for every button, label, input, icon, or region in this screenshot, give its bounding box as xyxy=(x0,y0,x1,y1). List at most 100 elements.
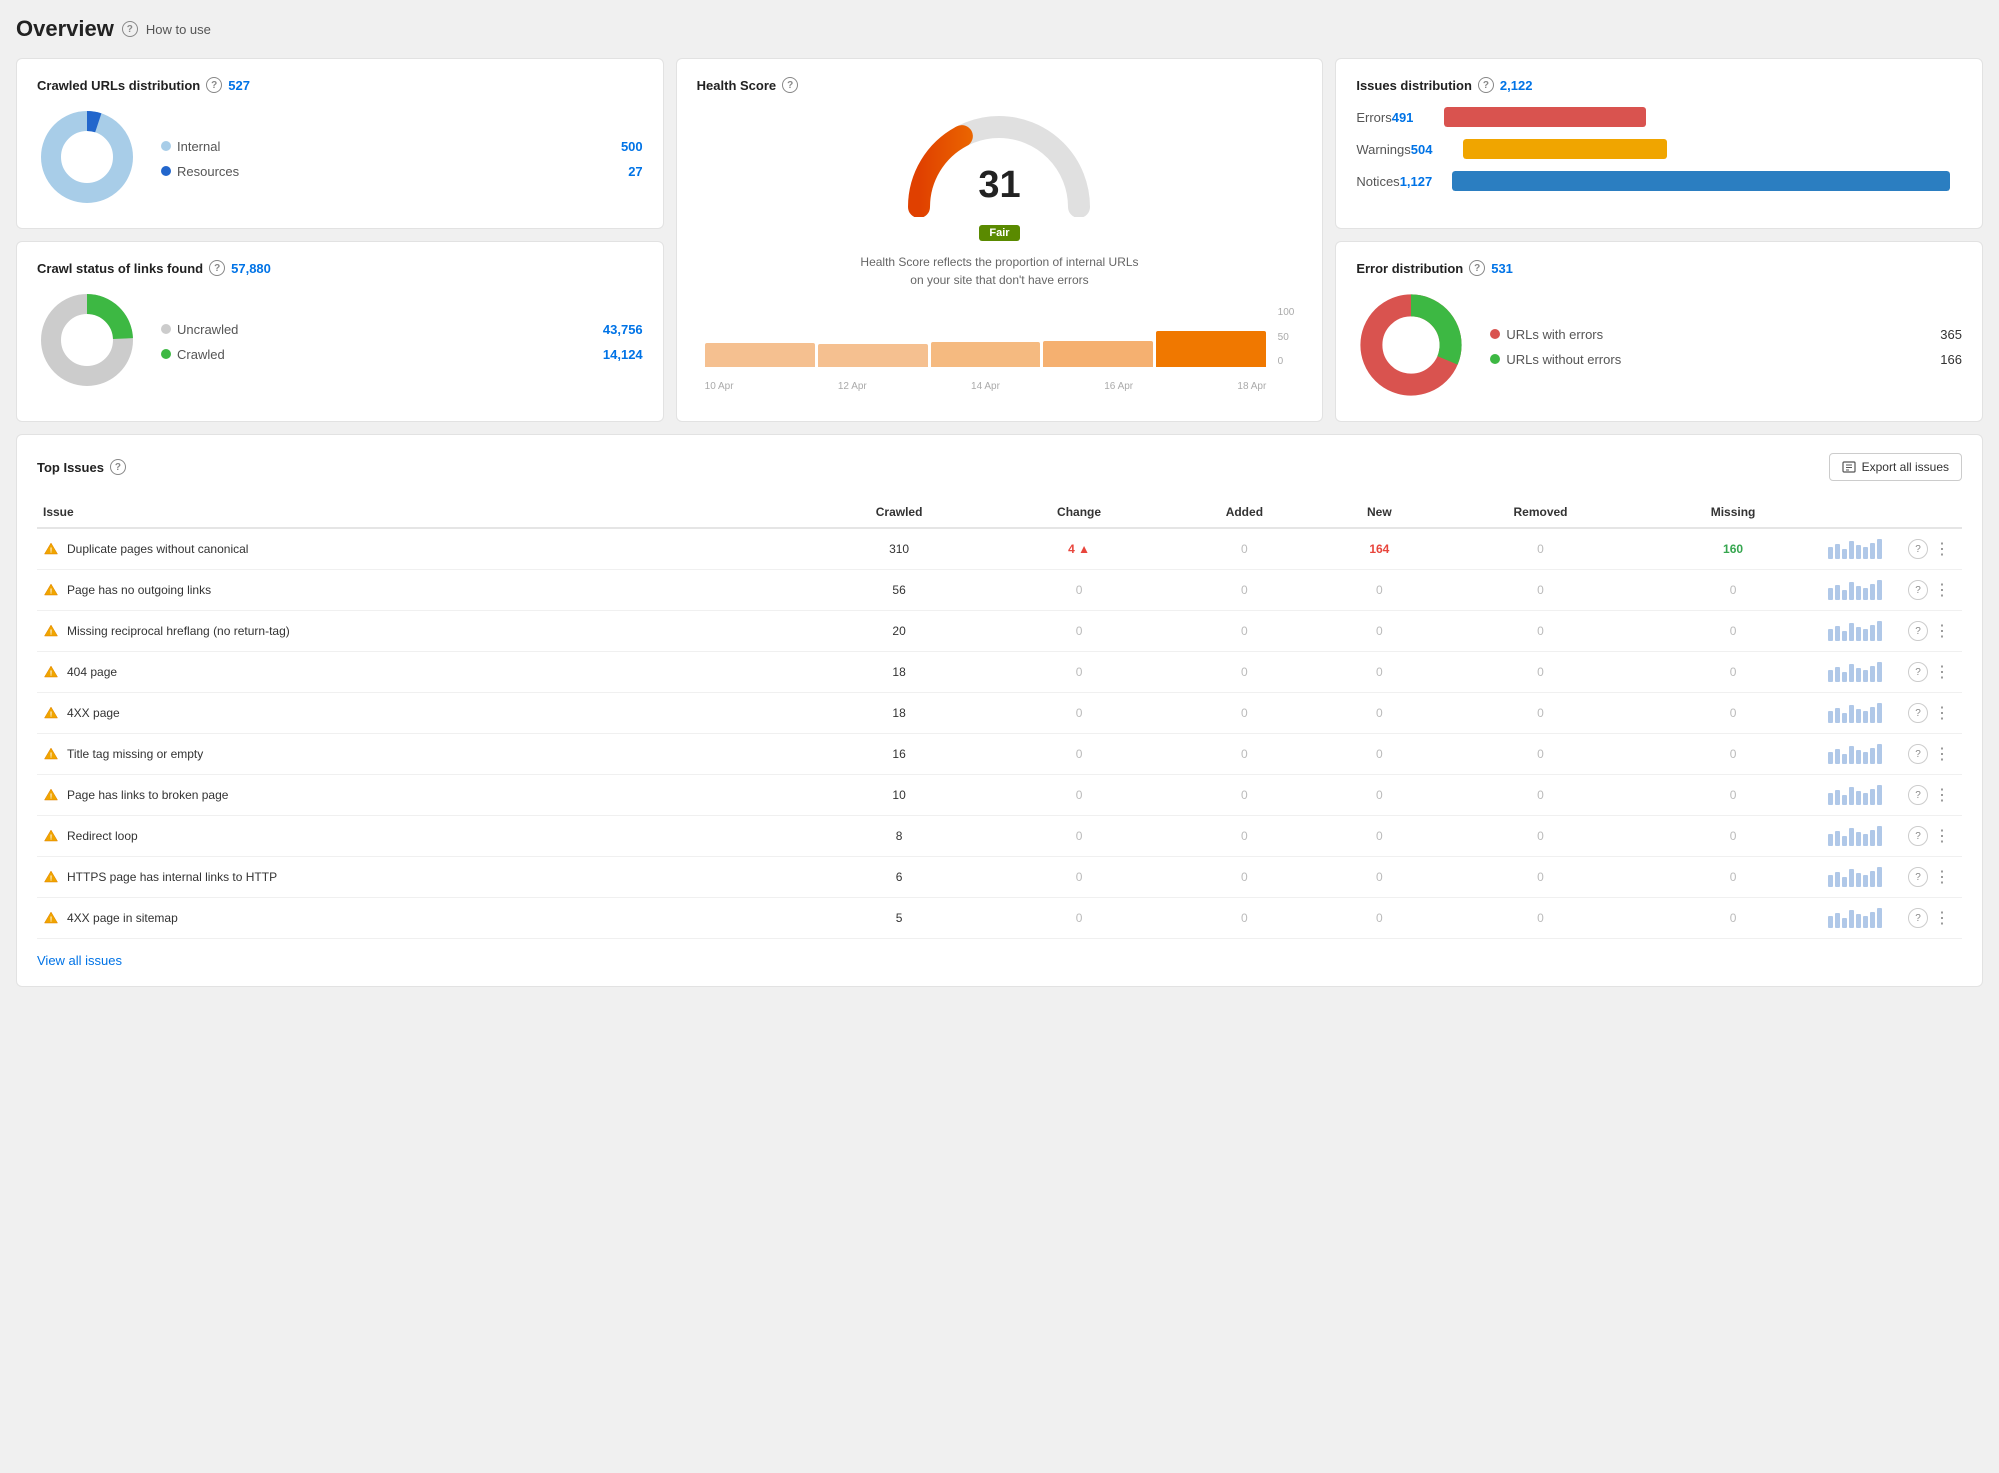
mini-bars-cell xyxy=(1822,857,1902,898)
help-action-icon[interactable]: ? xyxy=(1908,539,1928,559)
help-action-icon[interactable]: ? xyxy=(1908,785,1928,805)
missing-cell: 0 xyxy=(1644,693,1822,734)
bar-x-label: 10 Apr xyxy=(705,381,734,392)
error-dist-help-icon: ? xyxy=(1469,260,1485,276)
mini-bars xyxy=(1828,539,1896,559)
help-action-icon[interactable]: ? xyxy=(1908,580,1928,600)
issue-name: Duplicate pages without canonical xyxy=(67,542,248,556)
bar-item xyxy=(705,343,815,367)
added-cell: 0 xyxy=(1167,570,1322,611)
mini-bar xyxy=(1870,707,1875,723)
help-action-icon[interactable]: ? xyxy=(1908,662,1928,682)
help-action-icon[interactable]: ? xyxy=(1908,703,1928,723)
table-row: ! Title tag missing or empty 16 0 0 0 0 … xyxy=(37,734,1962,775)
bar-item xyxy=(1156,331,1266,367)
crawled-urls-title: Crawled URLs distribution ? 527 xyxy=(37,77,643,93)
how-to-use-link[interactable]: How to use xyxy=(146,22,211,37)
new-cell: 0 xyxy=(1322,775,1437,816)
svg-text:!: ! xyxy=(50,712,52,719)
bar-item xyxy=(1043,341,1153,367)
col-missing: Missing xyxy=(1644,497,1822,528)
mini-bar xyxy=(1863,547,1868,559)
col-change: Change xyxy=(991,497,1167,528)
mini-bars xyxy=(1828,621,1896,641)
issue-name: Page has no outgoing links xyxy=(67,583,211,597)
mini-bar xyxy=(1870,543,1875,559)
mini-bar xyxy=(1828,752,1833,764)
table-row: ! Redirect loop 8 0 0 0 0 0 ? ⋮ xyxy=(37,816,1962,857)
more-options-icon[interactable]: ⋮ xyxy=(1934,785,1951,805)
export-all-issues-button[interactable]: Export all issues xyxy=(1829,453,1962,481)
table-row: ! 4XX page 18 0 0 0 0 0 ? ⋮ xyxy=(37,693,1962,734)
help-action-icon[interactable]: ? xyxy=(1908,867,1928,887)
legend-urls-errors: URLs with errors 365 xyxy=(1490,327,1962,342)
issue-name: 4XX page in sitemap xyxy=(67,911,178,925)
mini-bar xyxy=(1835,708,1840,723)
change-cell: 0 xyxy=(991,611,1167,652)
added-cell: 0 xyxy=(1167,898,1322,939)
more-options-icon[interactable]: ⋮ xyxy=(1934,580,1951,600)
col-added: Added xyxy=(1167,497,1322,528)
change-zero: 0 xyxy=(1076,747,1083,761)
issues-bar-wrap xyxy=(1444,107,1950,127)
more-options-icon[interactable]: ⋮ xyxy=(1934,744,1951,764)
table-row: ! Missing reciprocal hreflang (no return… xyxy=(37,611,1962,652)
missing-zero: 0 xyxy=(1730,829,1737,843)
more-options-icon[interactable]: ⋮ xyxy=(1934,867,1951,887)
more-options-icon[interactable]: ⋮ xyxy=(1934,908,1951,928)
mini-bar xyxy=(1828,670,1833,682)
mini-bars xyxy=(1828,785,1896,805)
crawled-urls-card: Crawled URLs distribution ? 527 xyxy=(16,58,664,229)
added-cell: 0 xyxy=(1167,652,1322,693)
crawled-cell: 6 xyxy=(807,857,991,898)
new-cell: 0 xyxy=(1322,693,1437,734)
mini-bar xyxy=(1849,746,1854,764)
svg-text:!: ! xyxy=(50,876,52,883)
help-action-icon[interactable]: ? xyxy=(1908,826,1928,846)
missing-zero: 0 xyxy=(1730,911,1737,925)
more-options-icon[interactable]: ⋮ xyxy=(1934,662,1951,682)
view-all-issues-link[interactable]: View all issues xyxy=(37,953,122,968)
issue-name: HTTPS page has internal links to HTTP xyxy=(67,870,277,884)
actions-cell: ? ⋮ xyxy=(1902,528,1962,570)
issue-cell: ! HTTPS page has internal links to HTTP xyxy=(37,857,807,898)
mini-bar xyxy=(1870,912,1875,928)
bar-chart-x-labels: 10 Apr12 Apr14 Apr16 Apr18 Apr xyxy=(705,381,1295,392)
removed-cell: 0 xyxy=(1437,898,1644,939)
mini-bars-cell xyxy=(1822,816,1902,857)
error-dist-legend: URLs with errors 365 URLs without errors… xyxy=(1490,327,1962,367)
new-cell: 0 xyxy=(1322,652,1437,693)
removed-cell: 0 xyxy=(1437,611,1644,652)
issues-label: Warnings xyxy=(1356,142,1410,157)
page-title: Overview xyxy=(16,16,114,42)
mini-bar xyxy=(1835,626,1840,641)
mini-bar xyxy=(1849,787,1854,805)
more-options-icon[interactable]: ⋮ xyxy=(1934,826,1951,846)
mini-bar xyxy=(1863,834,1868,846)
removed-cell: 0 xyxy=(1437,570,1644,611)
change-zero: 0 xyxy=(1076,706,1083,720)
help-action-icon[interactable]: ? xyxy=(1908,621,1928,641)
more-options-icon[interactable]: ⋮ xyxy=(1934,539,1951,559)
mini-bar xyxy=(1856,873,1861,887)
mini-bar xyxy=(1828,834,1833,846)
issues-dist-help-icon: ? xyxy=(1478,77,1494,93)
warning-icon: ! xyxy=(43,787,59,803)
col-issue: Issue xyxy=(37,497,807,528)
legend-uncrawled: Uncrawled 43,756 xyxy=(161,322,643,337)
bars-row xyxy=(705,307,1295,367)
svg-text:!: ! xyxy=(50,630,52,637)
action-icons: ? ⋮ xyxy=(1908,744,1956,764)
added-cell: 0 xyxy=(1167,693,1322,734)
mini-bars-cell xyxy=(1822,570,1902,611)
mini-bar xyxy=(1856,545,1861,559)
help-action-icon[interactable]: ? xyxy=(1908,744,1928,764)
more-options-icon[interactable]: ⋮ xyxy=(1934,621,1951,641)
help-action-icon[interactable]: ? xyxy=(1908,908,1928,928)
mini-bar xyxy=(1835,585,1840,600)
more-options-icon[interactable]: ⋮ xyxy=(1934,703,1951,723)
new-zero: 0 xyxy=(1376,870,1383,884)
change-up: 4 ▲ xyxy=(1068,542,1090,556)
error-dist-title: Error distribution ? 531 xyxy=(1356,260,1962,276)
action-icons: ? ⋮ xyxy=(1908,785,1956,805)
